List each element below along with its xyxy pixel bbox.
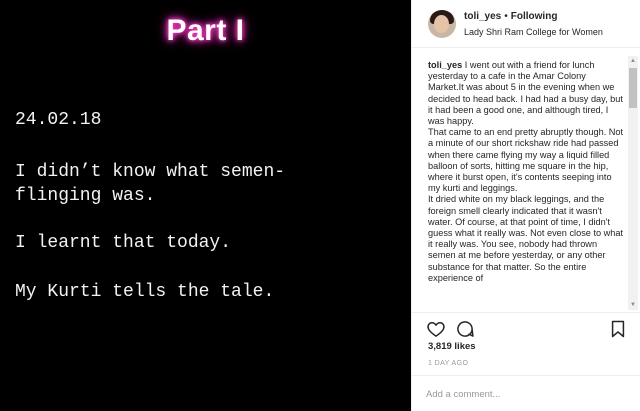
caption-paragraph: toli_yes I went out with a friend for lu… — [428, 60, 624, 127]
post-header: toli_yes • Following Lady Shri Ram College… — [412, 0, 640, 48]
avatar-face — [434, 15, 449, 33]
post-image: Part I 24.02.18 I didn’t know what semen… — [0, 0, 411, 411]
location-link[interactable]: Lady Shri Ram College for Women — [464, 27, 603, 37]
caption-scrollbar[interactable]: ▲ ▼ — [628, 56, 638, 310]
caption-paragraph: That came to an end pretty abruptly thou… — [428, 127, 624, 194]
action-bar — [412, 312, 640, 344]
like-count[interactable]: 3,819 likes — [428, 341, 476, 352]
image-line: I didn’t know what semen- — [15, 162, 286, 182]
avatar[interactable] — [428, 10, 456, 38]
image-line: I learnt that today. — [15, 233, 232, 253]
bookmark-icon[interactable] — [608, 319, 628, 339]
separator-dot: • — [504, 11, 508, 22]
user-line: toli_yes • Following — [464, 11, 557, 22]
caption-username-link[interactable]: toli_yes — [428, 60, 462, 70]
scroll-up-arrow-icon[interactable]: ▲ — [628, 56, 638, 66]
username-link[interactable]: toli_yes — [464, 11, 501, 22]
heart-icon[interactable] — [426, 319, 446, 339]
scroll-thumb[interactable] — [629, 68, 637, 108]
caption-paragraph: It dried white on my black leggings, and… — [428, 194, 624, 283]
scroll-down-arrow-icon[interactable]: ▼ — [628, 300, 638, 310]
post-side-panel: toli_yes • Following Lady Shri Ram College… — [411, 0, 640, 411]
following-button[interactable]: Following — [511, 11, 558, 22]
comment-icon[interactable] — [455, 319, 475, 339]
image-date: 24.02.18 — [15, 110, 102, 130]
image-line: My Kurti tells the tale. — [15, 282, 275, 302]
comment-bar — [412, 375, 640, 411]
image-title: Part I — [166, 14, 245, 47]
caption: toli_yes I went out with a friend for lu… — [428, 60, 624, 308]
post-timestamp[interactable]: 1 DAY AGO — [428, 360, 468, 367]
comment-input[interactable] — [426, 384, 626, 404]
image-line: flinging was. — [15, 186, 156, 206]
